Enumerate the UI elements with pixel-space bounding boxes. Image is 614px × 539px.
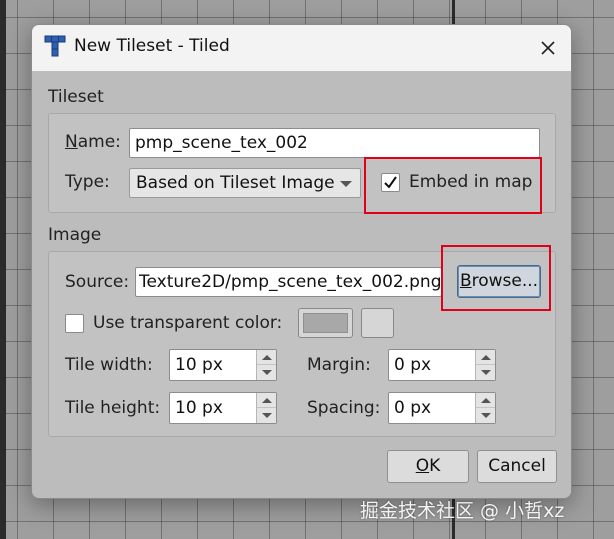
spacing-decrement-button[interactable] [476, 408, 495, 423]
spacing-value: 0 px [394, 398, 432, 418]
use-transparent-color-label: Use transparent color: [93, 313, 283, 333]
tileset-group-label: Tileset [48, 87, 104, 107]
spacing-increment-button[interactable] [476, 393, 495, 408]
margin-increment-button[interactable] [476, 350, 495, 365]
spacing-spinbox[interactable]: 0 px [388, 392, 496, 424]
chevron-down-icon [340, 181, 352, 187]
arrow-down-icon [261, 370, 272, 375]
tiled-app-icon [44, 35, 66, 57]
arrow-up-icon [480, 397, 491, 403]
source-input[interactable]: Texture2D/pmp_scene_tex_002.png [135, 267, 442, 297]
margin-decrement-button[interactable] [476, 365, 495, 380]
type-select[interactable]: Based on Tileset Image [129, 168, 361, 198]
margin-label: Margin: [307, 355, 371, 375]
tile-height-label: Tile height: [65, 398, 161, 418]
tile-width-value: 10 px [175, 355, 223, 375]
annotation-box-browse [441, 245, 551, 311]
tile-height-value: 10 px [175, 398, 223, 418]
ok-button[interactable]: OK [387, 450, 469, 483]
color-picker-button[interactable] [361, 308, 394, 338]
tile-width-stepper [256, 350, 276, 380]
use-transparent-color-checkbox[interactable] [65, 314, 84, 333]
arrow-up-icon [261, 397, 272, 403]
tile-height-decrement-button[interactable] [257, 408, 276, 423]
name-label-text: ame: [77, 132, 121, 152]
cancel-button[interactable]: Cancel [477, 450, 557, 483]
arrow-up-icon [480, 354, 491, 360]
title-bar: New Tileset - Tiled [32, 25, 571, 71]
ok-button-label: K [429, 456, 441, 476]
source-label: Source: [65, 272, 130, 292]
arrow-down-icon [480, 413, 491, 418]
name-input[interactable]: pmp_scene_tex_002 [129, 128, 540, 158]
tile-width-label: Tile width: [65, 355, 153, 375]
close-icon [541, 41, 555, 55]
tile-height-stepper [256, 393, 276, 423]
tile-height-spinbox[interactable]: 10 px [169, 392, 277, 424]
arrow-down-icon [261, 413, 272, 418]
tile-height-increment-button[interactable] [257, 393, 276, 408]
margin-spinbox[interactable]: 0 px [388, 349, 496, 381]
window-title: New Tileset - Tiled [74, 36, 230, 56]
spacing-label: Spacing: [307, 398, 381, 418]
arrow-up-icon [261, 354, 272, 360]
type-select-value: Based on Tileset Image [136, 173, 335, 193]
name-label: Name: [65, 132, 121, 152]
margin-value: 0 px [394, 355, 432, 375]
image-group-label: Image [48, 225, 102, 245]
background-canvas-edge [0, 0, 6, 539]
annotation-box-embed [364, 157, 542, 214]
arrow-down-icon [480, 370, 491, 375]
tile-width-decrement-button[interactable] [257, 365, 276, 380]
transparent-color-preview [303, 313, 348, 333]
spacing-stepper [475, 393, 495, 423]
transparent-color-swatch[interactable] [298, 308, 353, 338]
tile-width-increment-button[interactable] [257, 350, 276, 365]
type-label: Type: [65, 172, 110, 192]
tile-width-spinbox[interactable]: 10 px [169, 349, 277, 381]
margin-stepper [475, 350, 495, 380]
watermark-text: 掘金技术社区 @ 小哲xz [360, 500, 565, 522]
close-button[interactable] [525, 25, 571, 71]
